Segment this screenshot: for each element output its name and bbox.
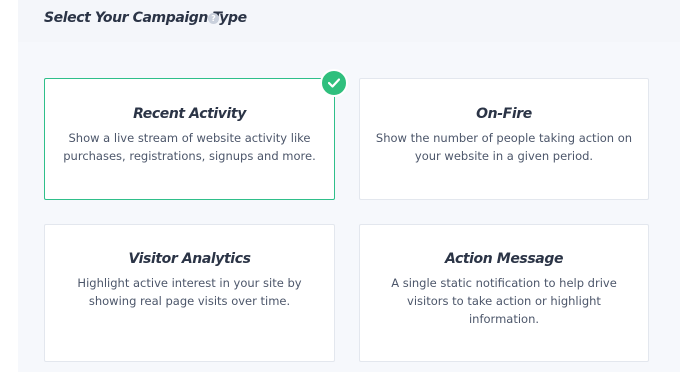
card-description: Show a live stream of website activity l… — [63, 131, 316, 163]
card-title: Recent Activity — [133, 106, 246, 122]
campaign-card-on-fire[interactable]: On-Fire Show the number of people taking… — [359, 78, 649, 200]
campaign-card-visitor-analytics[interactable]: Visitor Analytics Highlight active inter… — [44, 224, 335, 362]
card-title: Visitor Analytics — [128, 251, 251, 267]
campaign-card-recent-activity[interactable]: Recent Activity Show a live stream of we… — [44, 78, 335, 200]
card-title: Action Message — [444, 251, 564, 267]
question-circle-icon[interactable]: ? — [208, 13, 219, 24]
card-description: Show the number of people taking action … — [375, 131, 633, 163]
check-icon — [320, 69, 348, 97]
section-header: Select Your Campaign Type ? — [18, 0, 680, 42]
campaign-type-page: Select Your Campaign Type ? Recent Activ… — [0, 0, 680, 372]
card-description: Highlight active interest in your site b… — [77, 276, 302, 308]
card-title: On-Fire — [476, 106, 532, 122]
campaign-type-panel: Select Your Campaign Type ? Recent Activ… — [18, 0, 680, 372]
card-description: A single static notification to help dri… — [391, 276, 617, 326]
campaign-card-action-message[interactable]: Action Message A single static notificat… — [359, 224, 649, 362]
